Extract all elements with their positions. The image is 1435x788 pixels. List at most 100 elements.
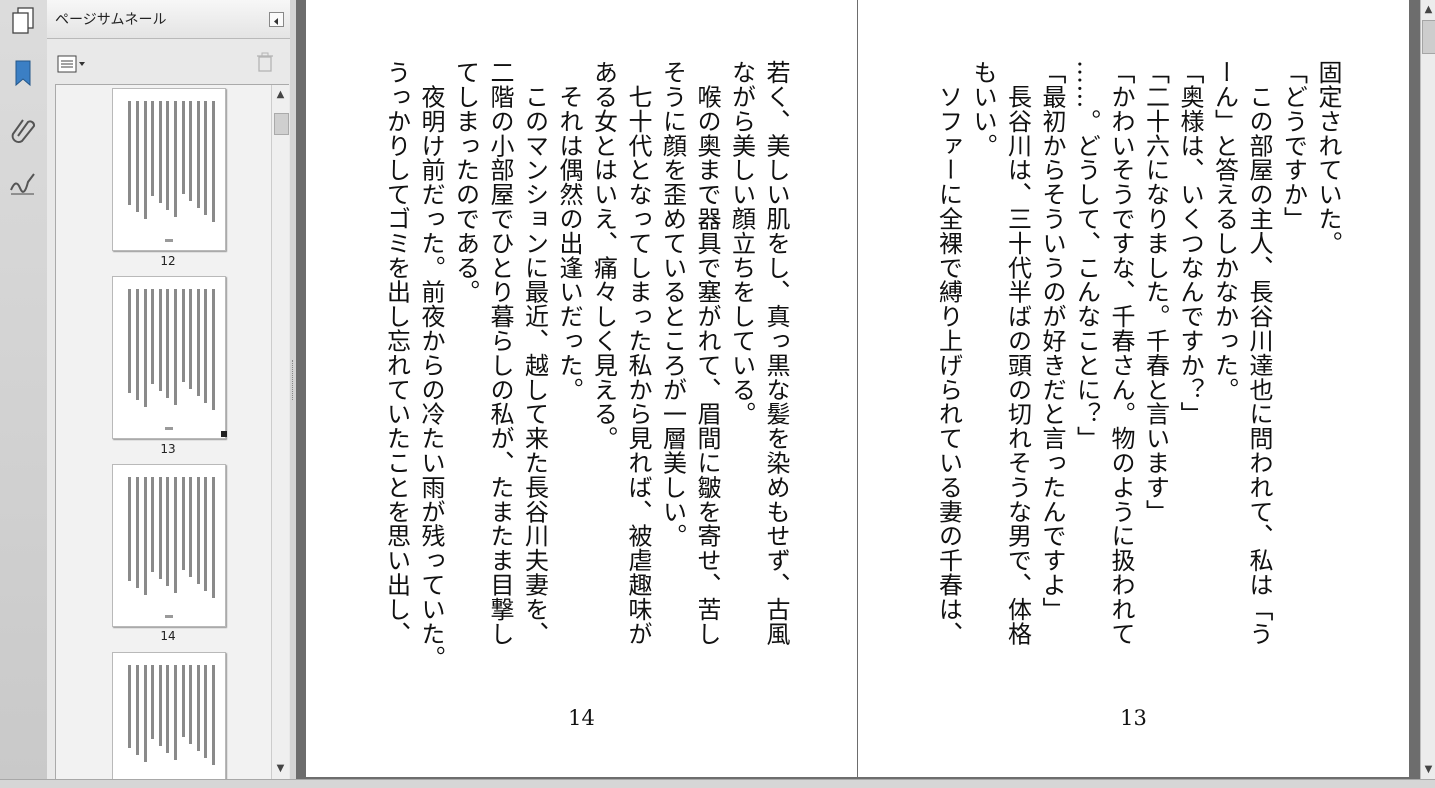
options-menu-button[interactable]: [57, 54, 87, 74]
text-line: ある女とはいえ、痛々しく見える。: [589, 60, 618, 451]
text-line: 「どうですか」: [1279, 60, 1308, 231]
scroll-down-icon[interactable]: ▼: [1421, 764, 1435, 775]
thumbnail-text-column: [136, 289, 139, 400]
panel-title: ページサムネール: [55, 12, 167, 28]
thumbnail-text-column: [196, 289, 200, 396]
bookmark-icon[interactable]: [6, 56, 40, 90]
thumbnail-text-column: [196, 665, 200, 751]
thumbnail-text-column: [151, 665, 155, 739]
text-line: 夜明け前だった。前夜からの冷たい雨が残っていた。: [417, 60, 445, 670]
page-14: 若く、美しい肌をし、真っ黒な髪を染めもせず、古風 ながら美しい顔立ちをしている。…: [306, 0, 857, 777]
scroll-thumb[interactable]: [1422, 20, 1435, 54]
thumbnail-text-column: [174, 477, 177, 593]
thumbnail-text-column: [158, 477, 162, 579]
thumbnail-list[interactable]: 12 13 14 ▲ ▼: [55, 84, 289, 781]
thumbnail-text-column: [158, 289, 162, 391]
thumbnail-text-column: [128, 289, 132, 393]
thumbnail-text-column: [151, 101, 155, 196]
thumbnail-text-column: [174, 665, 177, 760]
page-number: 13: [1120, 706, 1147, 730]
scroll-thumb[interactable]: [274, 113, 289, 135]
thumbnail-text-column: [181, 101, 185, 194]
thumbnail-text-column: [212, 665, 215, 765]
trash-icon: [257, 52, 273, 72]
page-thumbnail-selected[interactable]: [112, 276, 226, 439]
document-scrollbar[interactable]: ▲ ▼: [1420, 0, 1435, 779]
thumbnail-page-number-mark: [165, 427, 173, 430]
thumbnail-text-column: [204, 477, 208, 591]
thumbnail-text-column: [143, 101, 147, 219]
thumbnail-text-column: [204, 289, 208, 403]
thumbnail-text-column: [204, 665, 208, 758]
options-icon: [57, 55, 85, 73]
document-view[interactable]: 若く、美しい肌をし、真っ黒な髪を染めもせず、古風 ながら美しい顔立ちをしている。…: [296, 0, 1420, 779]
thumbnail-page-number-mark: [165, 239, 173, 242]
scroll-up-icon[interactable]: ▲: [272, 89, 289, 100]
navigation-tool-strip: [0, 0, 48, 779]
thumbnail-scrollbar[interactable]: ▲ ▼: [271, 85, 289, 780]
text-line: 喉の奥まで器具で塞がれて、眉間に皺を寄せ、苦し: [693, 60, 721, 646]
collapse-panel-button[interactable]: [269, 12, 284, 27]
page-body-text: 若く、美しい肌をし、真っ黒な髪を染めもせず、古風 ながら美しい顔立ちをしている。…: [379, 60, 793, 700]
thumbnail-text-column: [136, 665, 139, 755]
thumbnail-text-column: [158, 665, 162, 746]
thumbnail-text-column: [136, 477, 139, 588]
text-line: ソファーに全裸で縛り上げられている妻の千春は、: [934, 60, 963, 646]
thumbnail-text-column: [151, 477, 155, 572]
page-number: 14: [568, 706, 595, 730]
scroll-up-icon[interactable]: ▲: [1421, 4, 1435, 15]
signature-icon[interactable]: [6, 166, 40, 200]
thumbnail-page-number-mark: [165, 615, 173, 618]
thumbnail-text-column: [189, 665, 193, 744]
thumbnail-text-column: [143, 289, 147, 407]
text-line: 「二十六になりました。千春と言います」: [1141, 60, 1170, 524]
text-line: ーん」と答えるしかなかった。: [1210, 60, 1239, 402]
text-line: この部屋の主人、長谷川達也に問われて、私は「う: [1245, 60, 1273, 646]
thumbnail-label: 14: [160, 629, 176, 643]
thumbnail-text-column: [136, 101, 139, 212]
pages-icon[interactable]: [6, 4, 40, 38]
triangle-left-icon: [274, 18, 278, 25]
thumbnail-text-column: [128, 477, 132, 581]
page-13: 固定されていた。 「どうですか」 この部屋の主人、長谷川達也に問われて、私は「う…: [858, 0, 1409, 777]
scroll-down-icon[interactable]: ▼: [272, 763, 289, 774]
page-thumbnail[interactable]: [112, 652, 226, 780]
page-thumbnails-panel: ページサムネール 12 13 14 ▲ ▼: [47, 0, 291, 781]
thumbnail-text-column: [189, 101, 193, 201]
thumbnail-text-column: [204, 101, 208, 215]
thumbnail-text-column: [143, 665, 147, 762]
text-line: 「奥様は、いくつなんですか？」: [1176, 60, 1204, 426]
text-line: 七十代となってしまった私から見れば、被虐趣味が: [624, 60, 652, 646]
text-line: 「最初からそういうのが好きだと言ったんですよ」: [1038, 60, 1066, 622]
thumbnail-text-column: [158, 101, 162, 203]
thumbnail-text-column: [174, 101, 177, 217]
thumbnail-text-column: [212, 477, 215, 598]
text-line: 若く、美しい肌をし、真っ黒な髪を染めもせず、古風: [762, 60, 790, 646]
thumbnail-text-column: [166, 477, 170, 586]
thumbnail-text-column: [181, 665, 185, 737]
page-body-text: 固定されていた。 「どうですか」 この部屋の主人、長谷川達也に問われて、私は「う…: [931, 60, 1345, 700]
splitter-grip[interactable]: [292, 360, 295, 400]
text-line: 固定されていた。: [1314, 60, 1342, 256]
page-thumbnail[interactable]: [112, 464, 226, 627]
thumbnail-text-column: [196, 101, 200, 208]
thumbnail-label: 12: [160, 254, 176, 268]
panel-header: ページサムネール: [47, 0, 290, 39]
text-line: それは偶然の出逢いだった。: [555, 60, 583, 402]
thumbnail-text-column: [166, 665, 170, 753]
delete-page-button[interactable]: [256, 52, 274, 72]
page-thumbnail[interactable]: [112, 88, 226, 251]
text-line: 「かわいそうですな、千春さん。物のように扱われて: [1107, 60, 1135, 646]
thumbnail-text-column: [128, 101, 132, 205]
text-line: てしまったのである。: [451, 60, 480, 304]
paperclip-icon[interactable]: [6, 112, 40, 146]
text-line: このマンションに最近、越して来た長谷川夫妻を、: [520, 60, 549, 646]
text-line: 長谷川は、三十代半ばの頭の切れそうな男で、体格: [1003, 60, 1032, 646]
thumbnail-text-column: [174, 289, 177, 405]
thumbnail-text-column: [166, 101, 170, 210]
thumbnail-label: 13: [160, 442, 176, 456]
thumbnail-text-column: [189, 477, 193, 577]
text-line: もいい。: [969, 60, 997, 158]
thumbnail-text-column: [196, 477, 200, 584]
thumbnail-resize-handle[interactable]: [221, 431, 227, 437]
